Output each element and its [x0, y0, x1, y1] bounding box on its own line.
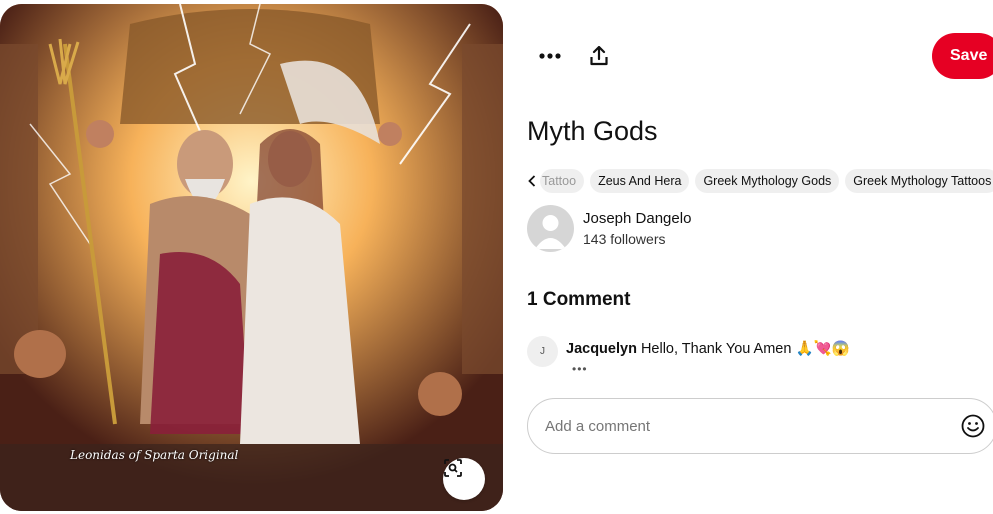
tag-label: Greek Mythology Gods	[703, 174, 832, 188]
comment-text: Hello, Thank You Amen 🙏💘😱	[640, 341, 850, 357]
share-icon	[590, 46, 608, 66]
follower-count: 143 followers	[583, 231, 666, 247]
scroll-left-button[interactable]	[524, 168, 540, 194]
lens-icon	[444, 459, 462, 477]
tag-carousel: Tattoo Zeus And Hera Greek Mythology God…	[524, 168, 993, 194]
creator-info[interactable]: Joseph Dangelo 143 followers	[527, 205, 691, 252]
more-options-icon	[539, 53, 561, 59]
comment-author[interactable]: Jacquelyn	[566, 341, 637, 357]
pin-title: Myth Gods	[527, 116, 658, 146]
default-avatar-icon	[535, 215, 566, 249]
tag-chip[interactable]: Greek Mythology Tattoos	[845, 169, 993, 193]
more-options-button[interactable]	[534, 40, 566, 72]
pin-image[interactable]: Leonidas of Sparta Original	[0, 4, 503, 511]
visual-search-button[interactable]	[443, 458, 485, 500]
comment-input[interactable]	[545, 417, 925, 435]
creator-name[interactable]: Joseph Dangelo	[583, 210, 691, 227]
commenter-avatar[interactable]: J	[527, 336, 558, 367]
image-watermark: Leonidas of Sparta Original	[70, 448, 239, 462]
tag-label: Zeus And Hera	[598, 174, 682, 188]
comments-heading[interactable]: 1 Comment	[527, 289, 630, 311]
chevron-left-icon	[528, 175, 536, 187]
tag-chip[interactable]: Tattoo	[540, 169, 585, 193]
tag-chip[interactable]: Greek Mythology Gods	[695, 169, 840, 193]
tag-label: Tattoo	[542, 174, 577, 188]
tag-chip[interactable]: Zeus And Hera	[590, 169, 690, 193]
avatar[interactable]	[527, 205, 574, 252]
emoji-button[interactable]	[960, 413, 986, 439]
comment-more-options-button[interactable]: •••	[572, 362, 588, 376]
share-button[interactable]	[584, 40, 614, 72]
smiley-icon	[961, 414, 985, 438]
pin-artwork	[0, 4, 503, 511]
tag-label: Greek Mythology Tattoos	[853, 174, 992, 188]
save-button[interactable]: Save	[932, 33, 993, 79]
comment-input-box[interactable]	[527, 398, 993, 454]
